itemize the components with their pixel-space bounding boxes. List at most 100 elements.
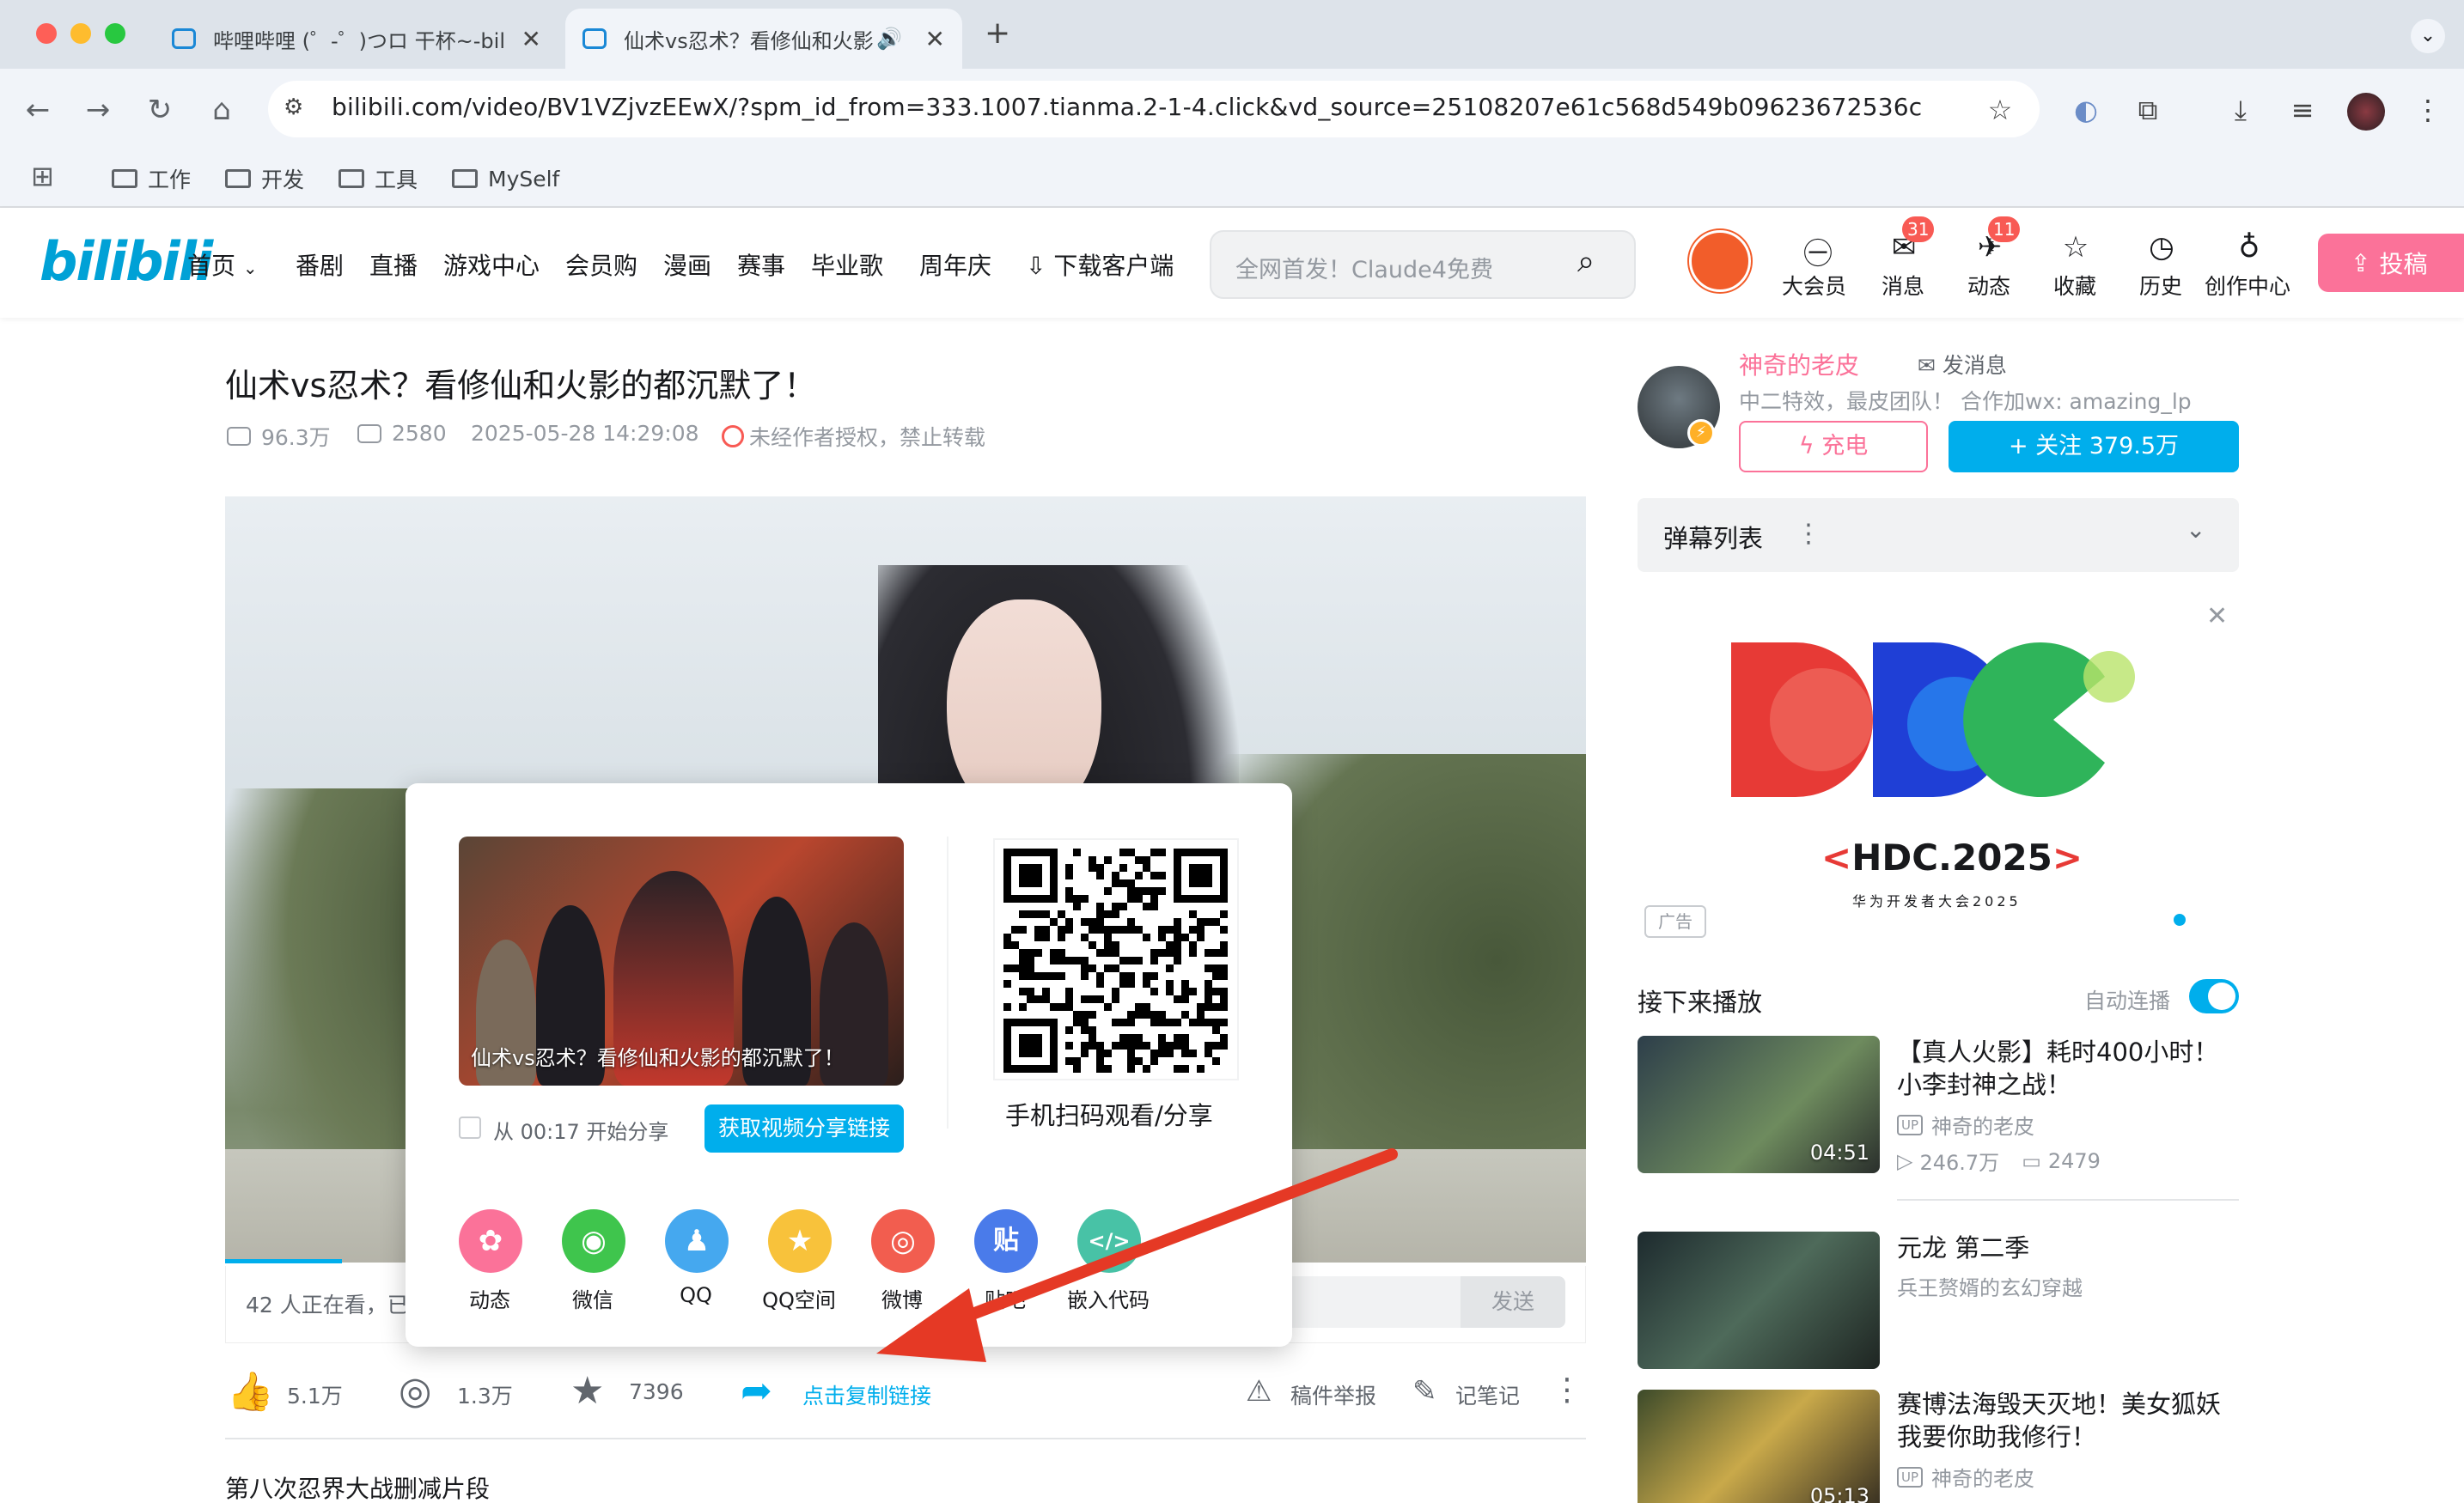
recommended-uploader[interactable]: UP 神奇的老皮 (1897, 1462, 2034, 1492)
share-qzone-label[interactable]: QQ空间 (747, 1283, 851, 1313)
creator-icon[interactable]: ♁ (2229, 230, 2270, 265)
window-zoom-button[interactable] (105, 23, 125, 44)
bookmark-tools[interactable]: 工具 (338, 156, 418, 201)
recommended-thumbnail[interactable] (1638, 1232, 1880, 1369)
recommended-title[interactable]: 赛博法海毁天灭地！美女狐妖我要你助我修行！ (1897, 1388, 2241, 1453)
history-icon[interactable]: ◷ (2141, 230, 2182, 265)
recommended-title[interactable]: 元龙 第二季 (1897, 1232, 2241, 1264)
nav-download-client[interactable]: ⇩ 下载客户端 (1026, 247, 1174, 282)
bookmark-dev[interactable]: 开发 (225, 156, 304, 201)
ad-carousel-dot[interactable] (2174, 914, 2186, 926)
charge-button[interactable]: ϟ 充电 (1739, 421, 1928, 472)
send-message-link[interactable]: ✉ 发消息 (1918, 349, 2007, 380)
nav-esports[interactable]: 赛事 (737, 247, 785, 282)
url-text[interactable]: bilibili.com/video/BV1VZjvzEEwX/?spm_id_… (332, 93, 1922, 121)
danmaku-send-button[interactable]: 发送 (1461, 1276, 1565, 1328)
download-icon[interactable]: ⤓ (2220, 89, 2261, 131)
autoplay-toggle-knob[interactable] (2208, 983, 2235, 1010)
bookmark-work[interactable]: 工作 (112, 156, 191, 201)
close-icon[interactable]: ✕ (521, 25, 541, 53)
tab-search-chevron-icon[interactable]: ⌄ (2411, 19, 2445, 53)
header-creator-label[interactable]: 创作中心 (2205, 270, 2290, 301)
header-vip-label[interactable]: 大会员 (1782, 270, 1846, 301)
more-kebab-icon[interactable]: ⋮ (1796, 519, 1821, 549)
bookmark-star-icon[interactable]: ☆ (1979, 89, 2021, 131)
new-tab-button[interactable]: + (985, 15, 1010, 51)
vip-icon[interactable]: ㊀ (1797, 230, 1839, 272)
report-button[interactable]: 稿件举报 (1290, 1379, 1376, 1410)
media-control-icon[interactable]: ≡ (2282, 89, 2323, 131)
bilibili-logo[interactable]: bilibili (40, 230, 213, 293)
recommended-thumbnail[interactable]: 05:13 (1638, 1390, 1880, 1503)
share-qzone-icon[interactable]: ★ (768, 1209, 832, 1273)
header-message-label[interactable]: 消息 (1882, 270, 1924, 301)
site-info-icon[interactable]: ⚙ (284, 94, 303, 120)
danmaku-input[interactable] (1280, 1276, 1461, 1328)
favorite-icon[interactable]: ☆ (2055, 230, 2096, 265)
get-share-link-button[interactable]: 获取视频分享链接 (704, 1104, 904, 1153)
extensions-puzzle-icon[interactable]: ⧉ (2127, 89, 2168, 131)
nav-game-center[interactable]: 游戏中心 (443, 247, 540, 282)
share-dynamic-icon[interactable]: ✿ (459, 1209, 522, 1273)
share-qq-label[interactable]: QQ (644, 1283, 747, 1307)
search-icon[interactable]: ⌕ (1577, 244, 1595, 280)
like-count[interactable]: 5.1万 (287, 1379, 343, 1410)
recommended-uploader[interactable]: UP 神奇的老皮 (1897, 1110, 2034, 1140)
forward-arrow-icon[interactable]: → (77, 89, 119, 131)
share-start-time-label[interactable]: 从 00:17 开始分享 (493, 1115, 668, 1145)
extension-globe-icon[interactable]: ◐ (2065, 89, 2107, 131)
nav-manga[interactable]: 漫画 (663, 247, 711, 282)
upload-button[interactable]: ⇪ 投稿 (2318, 234, 2464, 292)
profile-avatar[interactable] (2347, 93, 2385, 131)
close-icon[interactable]: ✕ (2206, 601, 2228, 631)
nav-bangumi[interactable]: 番剧 (296, 247, 344, 282)
nav-live[interactable]: 直播 (369, 247, 418, 282)
coin-icon[interactable]: ◎ (399, 1369, 431, 1413)
share-weibo-label[interactable]: 微博 (851, 1283, 954, 1313)
favorite-star-icon[interactable]: ★ (570, 1369, 604, 1413)
nav-graduation-song[interactable]: 毕业歌 (811, 247, 883, 282)
report-warning-icon[interactable]: ⚠ (1246, 1374, 1272, 1409)
user-avatar[interactable] (1689, 230, 1751, 292)
like-icon[interactable]: 👍 (227, 1369, 274, 1414)
share-qq-icon[interactable]: ♟ (665, 1209, 729, 1273)
share-embed-code-label[interactable]: 嵌入代码 (1057, 1283, 1160, 1313)
nav-home[interactable]: 首页 ⌄ (187, 247, 258, 282)
window-close-button[interactable] (36, 23, 57, 44)
share-arrow-icon[interactable]: ➦ (741, 1369, 772, 1413)
recommended-title[interactable]: 【真人火影】耗时400小时！小李封神之战！ (1897, 1036, 2241, 1101)
share-wechat-label[interactable]: 微信 (541, 1283, 644, 1313)
coin-count[interactable]: 1.3万 (457, 1379, 513, 1410)
speaker-icon[interactable]: 🔊 (876, 27, 902, 51)
follow-button[interactable]: + 关注 379.5万 (1949, 421, 2239, 472)
share-tieba-label[interactable]: 贴吧 (954, 1283, 1057, 1313)
bookmark-myself[interactable]: MySelf (452, 156, 559, 201)
share-start-time-checkbox[interactable] (459, 1117, 481, 1139)
video-progress-played[interactable] (225, 1259, 343, 1263)
share-tieba-icon[interactable]: 贴 (974, 1209, 1038, 1273)
share-weibo-icon[interactable]: ◎ (871, 1209, 935, 1273)
header-history-label[interactable]: 历史 (2139, 270, 2182, 301)
menu-kebab-icon[interactable]: ⋮ (2407, 89, 2449, 131)
favorite-count[interactable]: 7396 (629, 1379, 684, 1404)
note-icon[interactable]: ✎ (1412, 1374, 1437, 1409)
share-dynamic-label[interactable]: 动态 (438, 1283, 541, 1313)
tab-video[interactable]: 仙术vs忍术？看修仙和火影 🔊 ✕ (565, 9, 962, 69)
reload-icon[interactable]: ↻ (139, 89, 180, 131)
nav-mall[interactable]: 会员购 (565, 247, 637, 282)
apps-grid-icon[interactable]: ⊞ (31, 160, 54, 192)
home-icon[interactable]: ⌂ (201, 89, 242, 131)
nav-anniversary[interactable]: 周年庆 (919, 247, 991, 282)
chevron-down-icon[interactable]: ⌄ (2186, 515, 2205, 544)
header-dynamic-label[interactable]: 动态 (1967, 270, 2010, 301)
more-kebab-icon[interactable]: ⋮ (1552, 1372, 1583, 1408)
tab-bilibili-home[interactable]: 哔哩哔哩 (゜-゜)つロ 干杯~-bili ✕ (155, 9, 558, 69)
copy-link-button[interactable]: 点击复制链接 (802, 1379, 931, 1410)
close-icon[interactable]: ✕ (925, 25, 945, 53)
recommended-thumbnail[interactable]: 04:51 (1638, 1036, 1880, 1173)
share-wechat-icon[interactable]: ◉ (562, 1209, 625, 1273)
take-note-button[interactable]: 记笔记 (1455, 1379, 1520, 1410)
uploader-name[interactable]: 神奇的老皮 (1739, 347, 1859, 381)
back-arrow-icon[interactable]: ← (17, 89, 58, 131)
window-minimize-button[interactable] (70, 23, 91, 44)
